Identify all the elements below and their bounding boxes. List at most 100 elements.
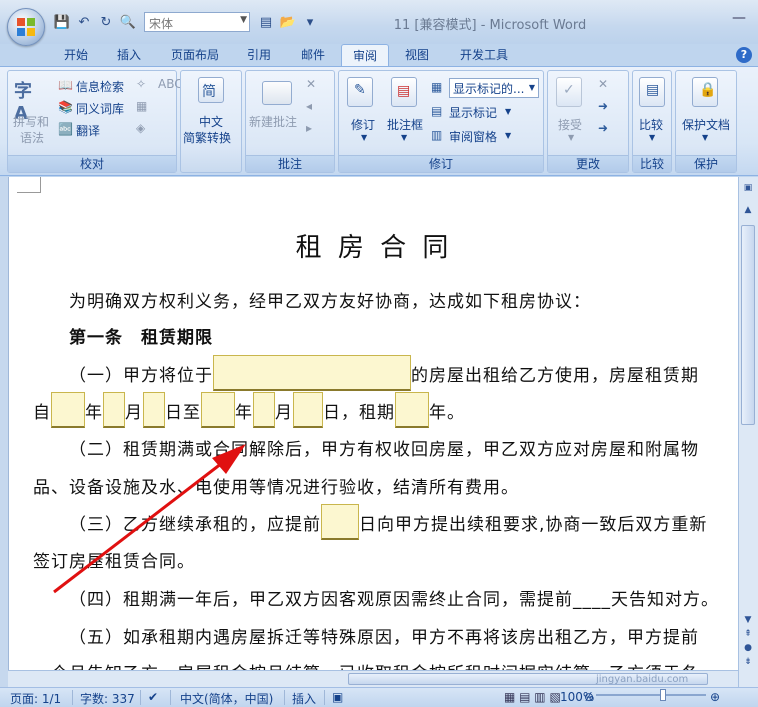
track-changes-button[interactable]: 修订 (351, 116, 375, 133)
paragraph-1b: 自 年 月 日至 年 月 日，租期 年。 (33, 392, 733, 428)
tab-mailings[interactable]: 邮件 (292, 44, 334, 66)
compare-button[interactable]: 比较 (639, 116, 663, 133)
reviewing-pane-button[interactable]: 审阅窗格 (449, 128, 497, 145)
translate-screentip-icon[interactable]: ◈ (136, 121, 145, 135)
quick-access-toolbar: 💾 ↶ ↻ 🔍 宋体 ▼ ▤ 📂 ▾ (52, 11, 320, 33)
end-day-field[interactable] (293, 392, 323, 428)
text-segment: （三）乙方继续承租的，应提前 (69, 515, 321, 535)
spelling-icon: 字A (14, 81, 32, 124)
redo-icon[interactable]: ↻ (96, 12, 116, 32)
view-buttons-icon[interactable]: ▦ ▤ ▥ ▧ (504, 690, 561, 704)
article-1-heading: 第一条 租赁期限 (69, 328, 213, 348)
macro-record-icon[interactable]: ▣ (332, 690, 343, 704)
language-status[interactable]: 中文(简体，中国) (180, 690, 273, 707)
scroll-up-icon[interactable]: ▲ (741, 203, 755, 217)
previous-change-icon[interactable]: ➜ (598, 99, 608, 113)
chevron-down-icon: ▼ (505, 131, 512, 140)
tab-developer[interactable]: 开发工具 (450, 44, 518, 66)
browse-object-icon[interactable]: ● (741, 641, 755, 655)
chinese-label-2[interactable]: 简繁转换 (183, 129, 231, 146)
group-compare: ▤ 比较 ▼ 比较 (632, 70, 672, 173)
accept-button[interactable]: 接受 (558, 116, 582, 133)
font-name-select[interactable]: 宋体 ▼ (144, 12, 250, 32)
group-label-comments: 批注 (246, 155, 334, 172)
next-comment-icon[interactable]: ▸ (306, 121, 312, 135)
display-for-review-value: 显示标记的... (453, 82, 525, 96)
previous-comment-icon[interactable]: ◂ (306, 99, 312, 113)
start-day-field[interactable] (143, 392, 165, 428)
text-segment: 自 (33, 403, 51, 423)
zoom-slider[interactable] (596, 694, 706, 696)
end-month-field[interactable] (253, 392, 275, 428)
tab-insert[interactable]: 插入 (108, 44, 150, 66)
undo-icon[interactable]: ↶ (74, 12, 94, 32)
paste-icon[interactable]: ▤ (256, 12, 276, 32)
set-language-icon[interactable]: ✧ (136, 77, 146, 91)
save-icon[interactable]: 💾 (52, 12, 72, 32)
balloons-icon: ▤ (391, 77, 417, 107)
insert-mode[interactable]: 插入 (292, 690, 316, 707)
group-proofing: 字A 拼写和 语法 📖 信息检索 📚 同义词库 🔤 翻译 ✧ ABC ▦ ◈ 校… (7, 70, 183, 173)
balloons-button[interactable]: 批注框 (387, 116, 423, 133)
show-markup-button[interactable]: 显示标记 (449, 104, 497, 121)
zoom-out-icon[interactable]: ⊖ (584, 690, 594, 704)
next-page-icon[interactable]: ⇟ (741, 655, 755, 669)
end-year-field[interactable] (201, 392, 235, 428)
previous-page-icon[interactable]: ⇞ (741, 627, 755, 641)
tab-review[interactable]: 审阅 (341, 44, 389, 67)
tab-view[interactable]: 视图 (396, 44, 438, 66)
research-button[interactable]: 信息检索 (76, 78, 124, 95)
chinese-label[interactable]: 中文 (199, 113, 223, 130)
zoom-in-icon[interactable]: ⊕ (710, 690, 720, 704)
text-segment: （一）甲方将位于 (69, 366, 213, 386)
vertical-scrollbar[interactable]: ▣ ▲ ▼ ⇞ ● ⇟ (738, 177, 758, 687)
document-page[interactable]: 租 房 合 同 为明确双方权利义务，经甲乙双方友好协商，达成如下租房协议： 第一… (8, 177, 738, 687)
protect-document-button[interactable]: 保护文档 (682, 116, 730, 133)
font-name-value: 宋体 (149, 17, 174, 31)
start-month-field[interactable] (103, 392, 125, 428)
reject-icon[interactable]: ✕ (598, 77, 608, 91)
proofing-status-icon[interactable]: ✔ (148, 690, 158, 704)
help-icon[interactable]: ? (736, 47, 752, 63)
ruler-toggle-icon[interactable]: ▣ (741, 181, 755, 195)
minimize-button[interactable]: — (728, 10, 750, 28)
next-change-icon[interactable]: ➜ (598, 121, 608, 135)
tab-references[interactable]: 引用 (238, 44, 280, 66)
customize-qat-icon[interactable]: ▾ (300, 12, 320, 32)
chevron-down-icon: ▼ (649, 133, 656, 142)
address-field[interactable] (213, 355, 411, 391)
display-for-review-select[interactable]: 显示标记的... ▼ (449, 78, 539, 98)
group-protect: 🔒 保护文档 ▼ 保护 (675, 70, 737, 173)
spelling-label-2[interactable]: 语法 (20, 129, 44, 146)
word-count[interactable]: 字数: 337 (80, 690, 135, 707)
tab-page-layout[interactable]: 页面布局 (162, 44, 228, 66)
translate-button[interactable]: 翻译 (76, 122, 100, 139)
translate-tooltip-icon[interactable]: ▦ (136, 99, 147, 113)
text-segment: 年。 (429, 403, 465, 423)
zoom-slider-knob[interactable] (660, 689, 666, 701)
delete-comment-icon[interactable]: ✕ (306, 77, 316, 91)
left-margin-strip (0, 177, 8, 687)
print-preview-icon[interactable]: 🔍 (118, 12, 138, 32)
scroll-down-icon[interactable]: ▼ (741, 613, 755, 627)
word-count-icon[interactable]: ABC (158, 77, 183, 91)
chevron-down-icon: ▼ (361, 133, 368, 142)
text-segment: 日至 (165, 403, 201, 423)
page-count[interactable]: 页面: 1/1 (10, 690, 61, 707)
renewal-days-field[interactable] (321, 504, 359, 540)
paragraph-1a: （一）甲方将位于 的房屋出租给乙方使用，房屋租赁期 (69, 355, 729, 391)
lease-term-field[interactable] (395, 392, 429, 428)
tab-home[interactable]: 开始 (55, 44, 97, 66)
new-comment-button[interactable]: 新建批注 (249, 113, 297, 130)
open-folder-icon[interactable]: 📂 (278, 12, 298, 32)
office-button[interactable] (7, 8, 45, 46)
thesaurus-button[interactable]: 同义词库 (76, 100, 124, 117)
group-label-changes: 更改 (548, 155, 628, 172)
spelling-label[interactable]: 拼写和 (13, 113, 49, 130)
group-label-protect: 保护 (676, 155, 736, 172)
vertical-scroll-thumb[interactable] (741, 225, 755, 425)
start-year-field[interactable] (51, 392, 85, 428)
status-bar: 页面: 1/1 字数: 337 ✔ 中文(简体，中国) 插入 ▣ ▦ ▤ ▥ ▧… (0, 674, 758, 707)
text-segment: 月 (125, 403, 143, 423)
window-title: 11 [兼容模式] - Microsoft Word (393, 18, 587, 33)
